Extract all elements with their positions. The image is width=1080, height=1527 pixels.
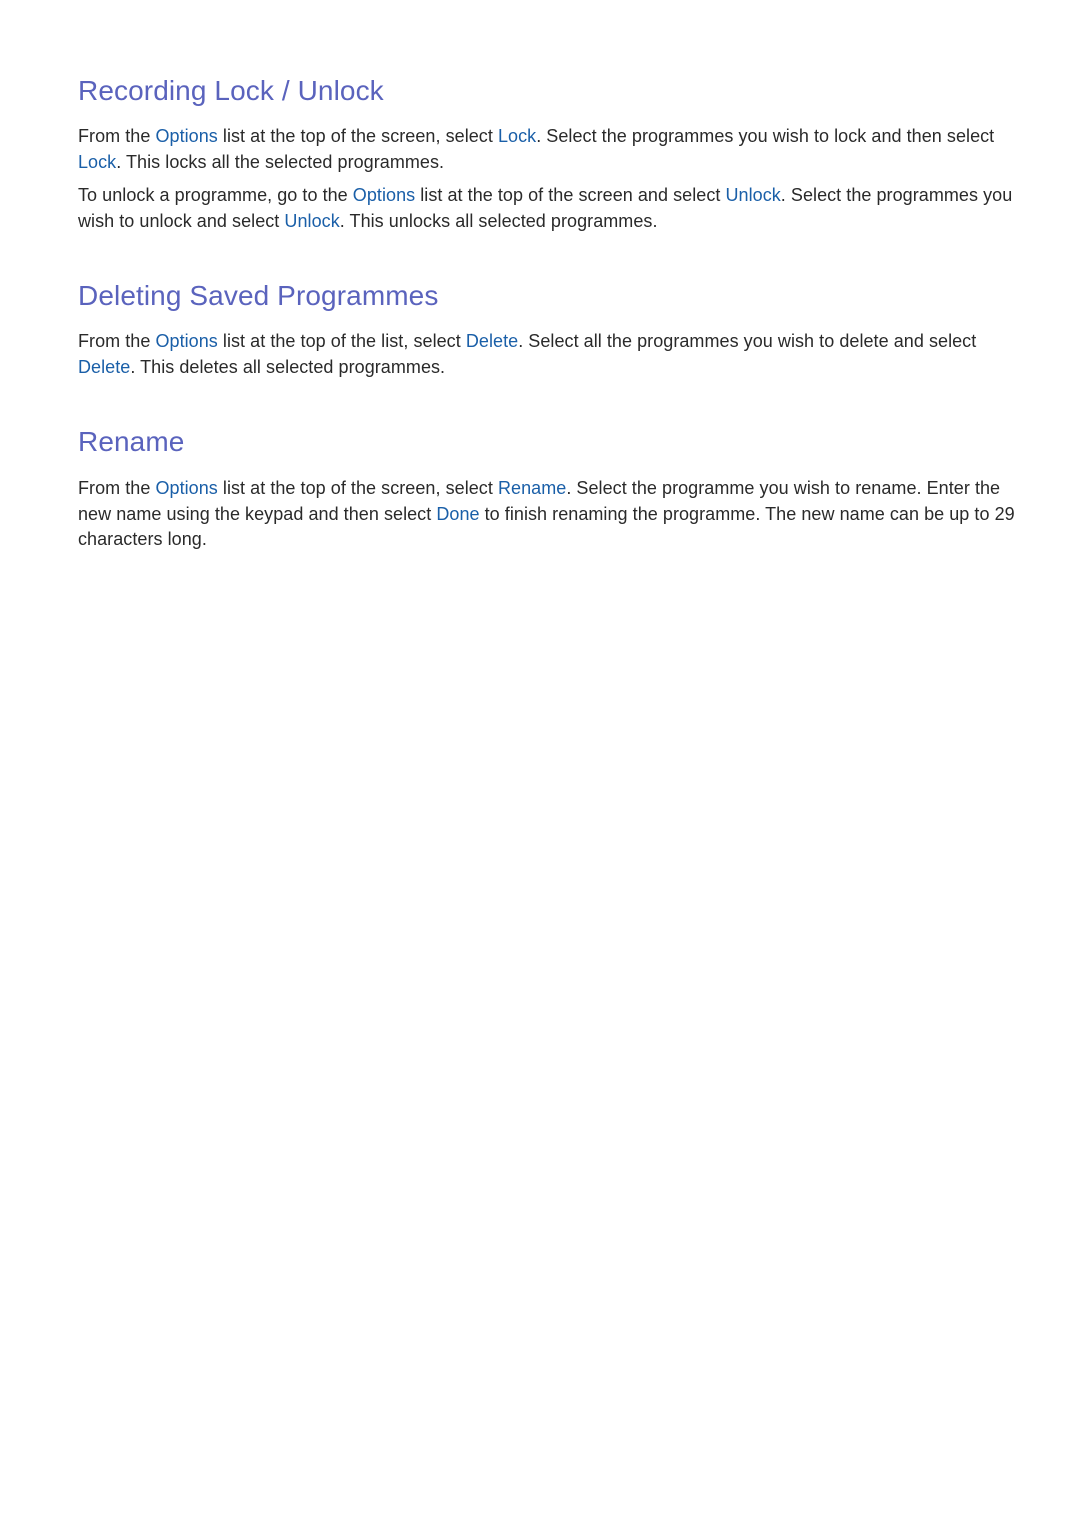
text-run: . Select all the programmes you wish to … bbox=[518, 331, 977, 351]
paragraph: From the Options list at the top of the … bbox=[78, 124, 1018, 175]
ui-term-delete: Delete bbox=[465, 331, 519, 351]
ui-term-options: Options bbox=[352, 185, 416, 205]
section-heading: Rename bbox=[78, 426, 185, 457]
section-heading: Deleting Saved Programmes bbox=[78, 280, 439, 311]
text-run: . This deletes all selected programmes. bbox=[130, 356, 446, 377]
paragraph: To unlock a programme, go to the Options… bbox=[78, 183, 1018, 234]
section-recording-lock-unlock: Recording Lock / Unlock From the Options… bbox=[78, 74, 1018, 234]
text-run: From the bbox=[78, 331, 156, 351]
ui-term-unlock: Unlock bbox=[725, 185, 781, 205]
ui-term-lock: Lock bbox=[497, 126, 537, 146]
text-run: . This unlocks all selected programmes. bbox=[339, 210, 658, 231]
paragraph: From the Options list at the top of the … bbox=[78, 329, 1018, 380]
ui-term-rename: Rename bbox=[497, 478, 567, 498]
text-run: From the bbox=[78, 126, 156, 146]
ui-term-options: Options bbox=[155, 478, 218, 498]
text-run: list at the top of the screen, select bbox=[217, 478, 498, 498]
text-run: To unlock a programme, go to the bbox=[78, 185, 353, 205]
ui-term-delete: Delete bbox=[78, 356, 131, 377]
ui-term-done: Done bbox=[436, 503, 480, 524]
ui-term-options: Options bbox=[155, 331, 218, 351]
ui-term-lock: Lock bbox=[78, 151, 117, 172]
text-run: . Select the programmes you wish to lock… bbox=[536, 126, 995, 146]
paragraph: From the Options list at the top of the … bbox=[78, 476, 1018, 553]
text-run: list at the top of the screen and select bbox=[415, 185, 726, 205]
text-run: . This locks all the selected programmes… bbox=[116, 151, 445, 172]
text-run: list at the top of the list, select bbox=[217, 331, 466, 351]
ui-term-options: Options bbox=[155, 126, 218, 146]
ui-term-unlock: Unlock bbox=[284, 210, 340, 231]
section-heading: Recording Lock / Unlock bbox=[78, 75, 384, 106]
section-deleting-saved-programmes: Deleting Saved Programmes From the Optio… bbox=[78, 279, 1018, 380]
text-run: From the bbox=[78, 478, 156, 498]
text-run: list at the top of the screen, select bbox=[217, 126, 498, 146]
section-rename: Rename From the Options list at the top … bbox=[78, 425, 1018, 553]
